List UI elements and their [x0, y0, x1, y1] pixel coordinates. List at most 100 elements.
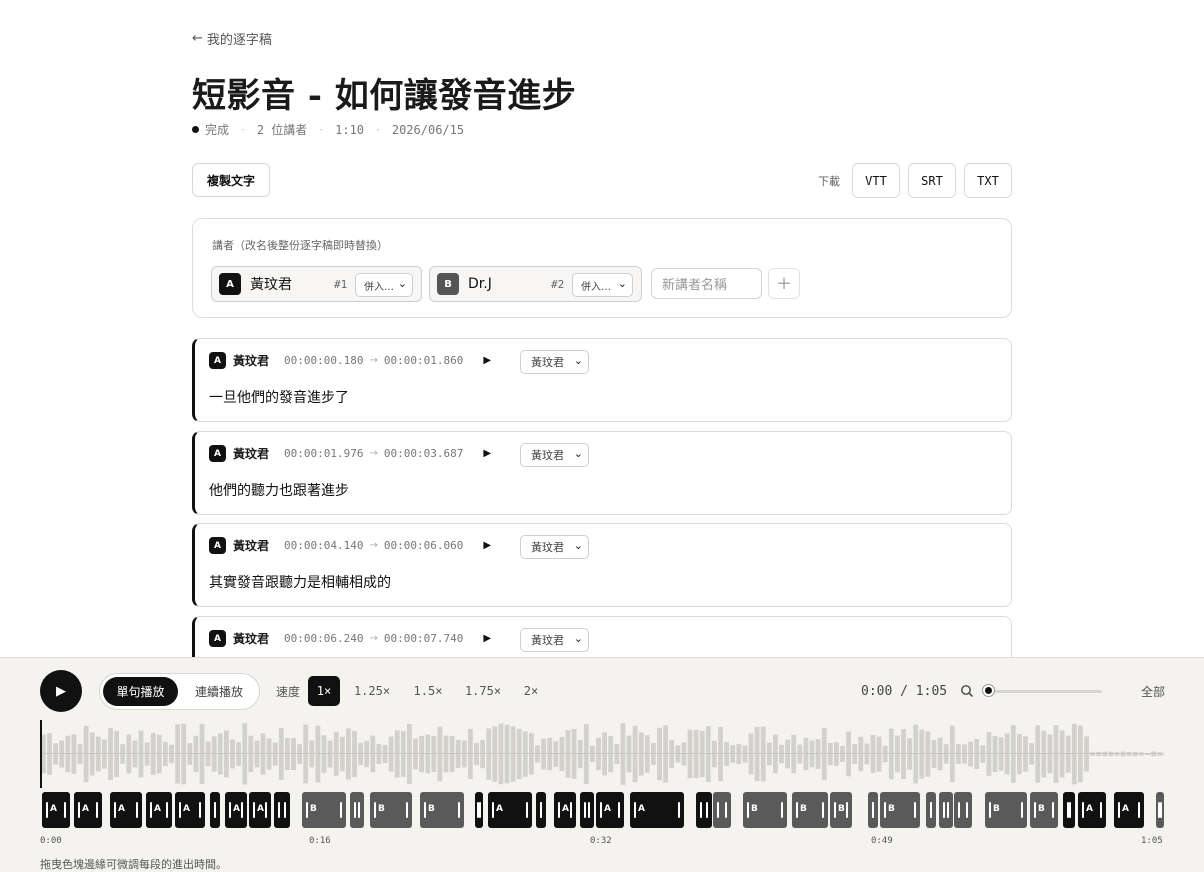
- speed-option[interactable]: 1.5×: [408, 676, 448, 706]
- drag-handle-right[interactable]: [64, 802, 66, 818]
- drag-handle-right[interactable]: [1138, 802, 1140, 818]
- drag-handle-right[interactable]: [947, 802, 949, 818]
- timeline-segment-block[interactable]: [939, 792, 953, 828]
- timeline-segment-block[interactable]: A: [249, 792, 271, 828]
- drag-handle-right[interactable]: [846, 802, 848, 818]
- drag-handle-right[interactable]: [618, 802, 620, 818]
- timeline-segment-block[interactable]: A: [225, 792, 247, 828]
- timeline-segment-block[interactable]: B: [985, 792, 1027, 828]
- timeline-segment-block[interactable]: A: [146, 792, 172, 828]
- timeline-segment-block[interactable]: [580, 792, 594, 828]
- drag-handle-right[interactable]: [199, 802, 201, 818]
- speed-option[interactable]: 2×: [518, 676, 544, 706]
- segment-end[interactable]: 00:00:07.740: [384, 632, 463, 645]
- drag-handle-right[interactable]: [406, 802, 408, 818]
- drag-handle-left[interactable]: [424, 802, 426, 818]
- drag-handle-left[interactable]: [796, 802, 798, 818]
- drag-handle-left[interactable]: [1118, 802, 1120, 818]
- drag-handle-left[interactable]: [306, 802, 308, 818]
- drag-handle-right[interactable]: [241, 802, 243, 818]
- download-txt-button[interactable]: TXT: [964, 163, 1012, 198]
- transcript-segment[interactable]: A 黃玟君 00:00:00.180 → 00:00:01.860 ▶ 黃玟君 …: [192, 338, 1012, 422]
- timeline-segment-block[interactable]: A: [630, 792, 684, 828]
- drag-handle-left[interactable]: [46, 802, 48, 818]
- drag-handle-right[interactable]: [1158, 802, 1160, 818]
- play-icon[interactable]: ▶: [483, 448, 491, 459]
- transcript-segment[interactable]: A 黃玟君 00:00:04.140 → 00:00:06.060 ▶ 黃玟君 …: [192, 523, 1012, 607]
- drag-handle-left[interactable]: [600, 802, 602, 818]
- merge-select[interactable]: 併入… ⌄: [572, 273, 633, 297]
- play-icon[interactable]: ▶: [483, 633, 491, 644]
- zoom-slider-handle[interactable]: [983, 685, 994, 696]
- drag-handle-left[interactable]: [179, 802, 181, 818]
- zoom-all-button[interactable]: 全部: [1141, 683, 1165, 700]
- timeline-segment-block[interactable]: [696, 792, 712, 828]
- drag-handle-left[interactable]: [989, 802, 991, 818]
- drag-handle-right[interactable]: [358, 802, 360, 818]
- transcript-segment[interactable]: A 黃玟君 00:00:01.976 → 00:00:03.687 ▶ 黃玟君 …: [192, 431, 1012, 515]
- drag-handle-right[interactable]: [1052, 802, 1054, 818]
- drag-handle-left[interactable]: [834, 802, 836, 818]
- new-speaker-input[interactable]: 新講者名稱: [651, 268, 762, 299]
- timeline-segment-block[interactable]: A: [175, 792, 205, 828]
- playhead[interactable]: [40, 720, 42, 788]
- segment-text[interactable]: 他們的聽力也跟著進步: [209, 480, 349, 500]
- segment-speaker-select[interactable]: 黃玟君 ⌄: [520, 350, 589, 374]
- drag-handle-right[interactable]: [477, 802, 479, 818]
- merge-select[interactable]: 併入… ⌄: [355, 273, 413, 297]
- drag-handle-right[interactable]: [588, 802, 590, 818]
- drag-handle-right[interactable]: [265, 802, 267, 818]
- speaker-name[interactable]: Dr.J: [468, 276, 492, 292]
- drag-handle-right[interactable]: [914, 802, 916, 818]
- drag-handle-left[interactable]: [114, 802, 116, 818]
- drag-handle-right[interactable]: [1100, 802, 1102, 818]
- drag-handle-left[interactable]: [943, 802, 945, 818]
- drag-handle-left[interactable]: [884, 802, 886, 818]
- timeline-segment-block[interactable]: B: [743, 792, 787, 828]
- timeline-segment-block[interactable]: [274, 792, 290, 828]
- back-link[interactable]: ← 我的逐字稿: [192, 29, 272, 48]
- drag-handle-left[interactable]: [78, 802, 80, 818]
- timeline-segment-block[interactable]: B: [370, 792, 412, 828]
- timeline-segment-block[interactable]: [475, 792, 483, 828]
- drag-handle-right[interactable]: [678, 802, 680, 818]
- speed-option[interactable]: 1.25×: [348, 676, 396, 706]
- timeline-segment-block[interactable]: [926, 792, 936, 828]
- play-button[interactable]: ▶: [40, 670, 82, 712]
- speaker-chip-b[interactable]: B Dr.J #2 併入… ⌄: [429, 266, 642, 302]
- drag-handle-right[interactable]: [872, 802, 874, 818]
- drag-handle-left[interactable]: [634, 802, 636, 818]
- segment-end[interactable]: 00:00:06.060: [384, 539, 463, 552]
- drag-handle-left[interactable]: [354, 802, 356, 818]
- timeline-segment-block[interactable]: [210, 792, 220, 828]
- segment-start[interactable]: 00:00:00.180: [284, 354, 363, 367]
- segment-start[interactable]: 00:00:01.976: [284, 447, 363, 460]
- timeline-segment-block[interactable]: B: [880, 792, 920, 828]
- drag-handle-left[interactable]: [1082, 802, 1084, 818]
- drag-handle-right[interactable]: [570, 802, 572, 818]
- timeline-segment-block[interactable]: A: [42, 792, 70, 828]
- timeline-segment-block[interactable]: A: [488, 792, 532, 828]
- zoom-slider[interactable]: [988, 690, 1102, 693]
- drag-handle-left[interactable]: [717, 802, 719, 818]
- drag-handle-right[interactable]: [1021, 802, 1023, 818]
- segment-start[interactable]: 00:00:06.240: [284, 632, 363, 645]
- timeline-segment-block[interactable]: B: [302, 792, 346, 828]
- drag-handle-right[interactable]: [136, 802, 138, 818]
- timeline-segment-block[interactable]: [713, 792, 731, 828]
- timeline-segment-block[interactable]: [868, 792, 878, 828]
- drag-handle-left[interactable]: [278, 802, 280, 818]
- segment-end[interactable]: 00:00:03.687: [384, 447, 463, 460]
- drag-handle-right[interactable]: [781, 802, 783, 818]
- timeline-segment-block[interactable]: B: [830, 792, 852, 828]
- speaker-chip-a[interactable]: A 黃玟君 #1 併入… ⌄: [211, 266, 422, 302]
- play-icon[interactable]: ▶: [483, 540, 491, 551]
- download-srt-button[interactable]: SRT: [908, 163, 956, 198]
- drag-handle-left[interactable]: [253, 802, 255, 818]
- timeline-segment-block[interactable]: [350, 792, 364, 828]
- drag-handle-left[interactable]: [1160, 802, 1162, 818]
- segment-speaker-select[interactable]: 黃玟君 ⌄: [520, 443, 589, 467]
- drag-handle-right[interactable]: [1069, 802, 1071, 818]
- drag-handle-right[interactable]: [214, 802, 216, 818]
- speed-option[interactable]: 1.75×: [460, 676, 506, 706]
